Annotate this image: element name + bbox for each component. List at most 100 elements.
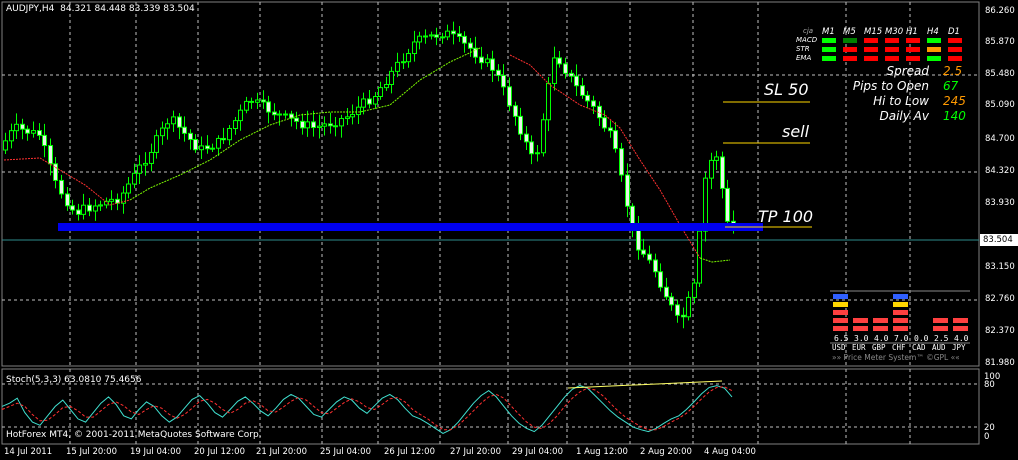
price-tick: 85.090	[985, 100, 1015, 110]
price-tick: 82.760	[985, 294, 1015, 304]
signal-cell	[927, 38, 941, 43]
candle-body-bear	[641, 249, 646, 255]
candle-body-bear	[193, 138, 198, 151]
candle-body-bear	[507, 86, 512, 107]
candle-body-bull	[154, 135, 159, 153]
candle-body-bear	[613, 130, 618, 150]
signal-cell	[822, 47, 836, 52]
candle-body-bear	[65, 193, 70, 207]
time-tick: 1 Aug 12:00	[576, 447, 628, 457]
signal-cell	[885, 47, 899, 52]
meter-value: 6.5	[834, 334, 849, 343]
candle-body-bull	[709, 159, 714, 179]
candle-body-bear	[658, 271, 663, 288]
candle-body-bear	[608, 127, 613, 132]
timeframe-header: H4	[927, 27, 939, 37]
timeframe-header: M30	[885, 27, 904, 37]
meter-bar	[873, 318, 888, 323]
candle-body-bear	[76, 209, 81, 215]
candle-body-bear	[675, 304, 680, 316]
candle-body-bear	[188, 132, 193, 140]
candle-body-bear	[328, 123, 333, 127]
candle-body-bear	[434, 34, 439, 38]
candle-body-bull	[14, 123, 19, 132]
candle-body-bear	[513, 105, 518, 117]
meter-value: 4.0	[954, 334, 969, 343]
time-tick: 26 Jul 12:00	[384, 447, 435, 457]
meter-bar	[833, 310, 848, 315]
candle-body-bull	[686, 296, 691, 318]
symbol-label: AUDJPY,H4	[6, 4, 55, 14]
candle-body-bull	[552, 57, 557, 84]
candle-body-bull	[244, 100, 249, 111]
candle-body-bull	[692, 282, 697, 298]
candle-body-bear	[585, 94, 590, 102]
meter-value: 7.0	[894, 334, 909, 343]
candle-body-bear	[501, 74, 506, 88]
price-chart[interactable]	[0, 0, 1018, 460]
candle-body-bull	[322, 123, 327, 127]
signal-cell	[843, 56, 857, 61]
candle-body-bull	[384, 83, 389, 89]
stat-label: Spread	[886, 64, 929, 78]
candle-body-bear	[59, 179, 64, 195]
candle-body-bear	[518, 115, 523, 135]
meter-bar	[853, 326, 868, 331]
candle-body-bear	[669, 296, 674, 306]
signal-cell	[948, 56, 962, 61]
ma-line-up	[699, 257, 731, 263]
candle-body-bear	[468, 42, 473, 49]
candle-body-bear	[283, 113, 288, 116]
signal-row-label: MACD	[796, 36, 818, 44]
time-tick: 15 Jul 20:00	[66, 447, 117, 457]
signal-cell	[927, 56, 941, 61]
candle-body-bull	[423, 35, 428, 38]
meter-currency: GBP	[872, 343, 886, 352]
candle-body-bull	[714, 156, 719, 161]
candle-body-bear	[529, 141, 534, 155]
candle-body-bear	[563, 63, 568, 74]
meter-currency: AUD	[932, 343, 946, 352]
stoch-level-tick: 0	[984, 432, 990, 442]
candle-body-bull	[9, 130, 14, 142]
signal-cell	[885, 56, 899, 61]
meter-bar	[833, 294, 848, 299]
time-tick: 21 Jul 20:00	[256, 447, 307, 457]
stat-label: Hi to Low	[873, 94, 929, 108]
candle-body-bull	[81, 204, 86, 215]
candle-body-bull	[412, 41, 417, 55]
candle-body-bull	[445, 30, 450, 38]
candle-body-bear	[333, 125, 338, 128]
candle-body-bear	[569, 72, 574, 77]
signal-cell	[864, 47, 878, 52]
candle-body-bull	[199, 145, 204, 151]
stoch-main-line	[1, 385, 733, 434]
candle-body-bear	[490, 58, 495, 71]
support-zone-bar	[58, 223, 763, 231]
signal-cell	[906, 56, 920, 61]
candle-body-bull	[227, 128, 232, 141]
signal-cell	[906, 47, 920, 52]
candle-body-bear	[647, 253, 652, 261]
candle-body-bull	[238, 109, 243, 122]
stochastic-indicator	[1, 380, 733, 434]
candle-body-bear	[619, 148, 624, 176]
candle-body-bear	[177, 116, 182, 128]
candle-body-bear	[725, 187, 730, 222]
signal-cell	[822, 56, 836, 61]
meter-value: 0.0	[914, 334, 929, 343]
stoch-title: Stoch(5,3,3) 63.0810 75.4656	[6, 375, 142, 385]
signal-row-label: EMA	[796, 54, 812, 62]
meter-bar	[893, 326, 908, 331]
candle-body-bull	[417, 35, 422, 43]
meter-currency: CAD	[912, 343, 926, 352]
candle-body-bear	[311, 121, 316, 129]
meter-bar	[893, 294, 908, 299]
meter-bar	[933, 326, 948, 331]
candle-body-bull	[255, 99, 260, 103]
candle-body-bear	[70, 205, 75, 211]
signal-cell	[843, 47, 857, 52]
candle-body-bear	[205, 145, 210, 150]
candle-body-bear	[625, 174, 630, 207]
candle-body-bear	[272, 111, 277, 116]
